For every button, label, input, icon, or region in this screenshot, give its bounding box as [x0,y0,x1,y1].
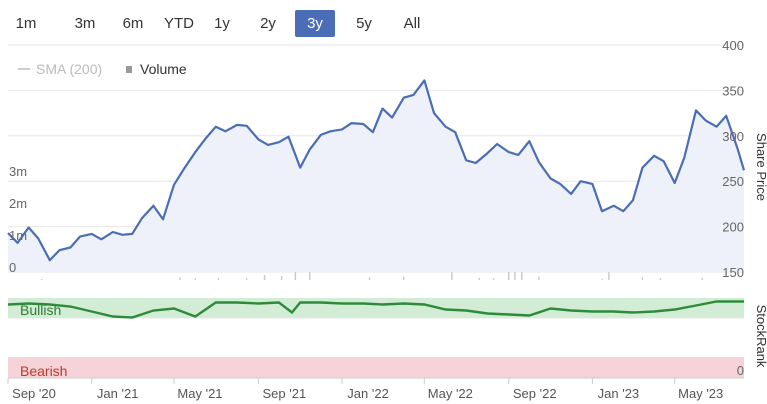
price-tick-label: 350 [722,83,744,98]
legend-volume-swatch [126,66,132,73]
x-tick-label: May '21 [177,386,222,401]
x-tick-label: May '23 [678,386,723,401]
x-tick-label: Jan '21 [97,386,139,401]
y-axis-label: Share Price [754,133,767,201]
price-tick-label: 200 [722,220,744,235]
volume-bar [263,275,266,280]
stockrank-axis-label: StockRank [754,305,767,368]
x-tick-label: Sep '20 [12,386,56,401]
price-tick-label: 300 [722,129,744,144]
x-tick-label: Jan '23 [598,386,640,401]
volume-bar [217,278,220,280]
volume-bar [194,278,196,280]
volume-bar [246,278,248,280]
volume-tick-label: 1m [9,228,27,243]
volume-bar [368,277,371,280]
volume-bar [478,278,480,280]
price-tick-label: 250 [722,174,744,189]
price-tick-label: 150 [722,265,744,280]
volume-bar [492,278,495,280]
volume-bar [701,277,703,280]
volume-bar [641,277,644,280]
band-bullish [8,298,744,318]
volume-bar [179,277,181,280]
volume-bar [659,278,662,280]
rank-tick-label: 0 [737,363,744,378]
band-label-bearish: Bearish [20,363,67,379]
volume-tick-label: 3m [9,164,27,179]
x-tick-label: Sep '21 [263,386,307,401]
volume-bar [280,276,283,280]
volume-bar [601,278,603,280]
volume-tick-label: 2m [9,196,27,211]
x-tick-label: May '22 [428,386,473,401]
stock-chart-widget: { "range_selector": { "buttons": ["1m", … [0,0,767,404]
x-tick-label: Sep '22 [513,386,557,401]
volume-tick-label: 0 [9,260,16,275]
band-bearish [8,357,744,378]
volume-bar [451,271,453,280]
legend-item-volume[interactable]: Volume [140,61,187,77]
price-tick-label: 400 [722,38,744,53]
volume-bar [403,276,405,280]
legend-item-sma[interactable]: SMA (200) [36,61,102,77]
x-tick-label: Jan '22 [347,386,389,401]
price-area [8,80,744,273]
stock-chart: 150 200 250 300 350 400 0 1m 2m 3m SMA (200) Volu… [7,38,767,401]
volume-bar [538,276,540,280]
volume-bar [40,279,43,280]
